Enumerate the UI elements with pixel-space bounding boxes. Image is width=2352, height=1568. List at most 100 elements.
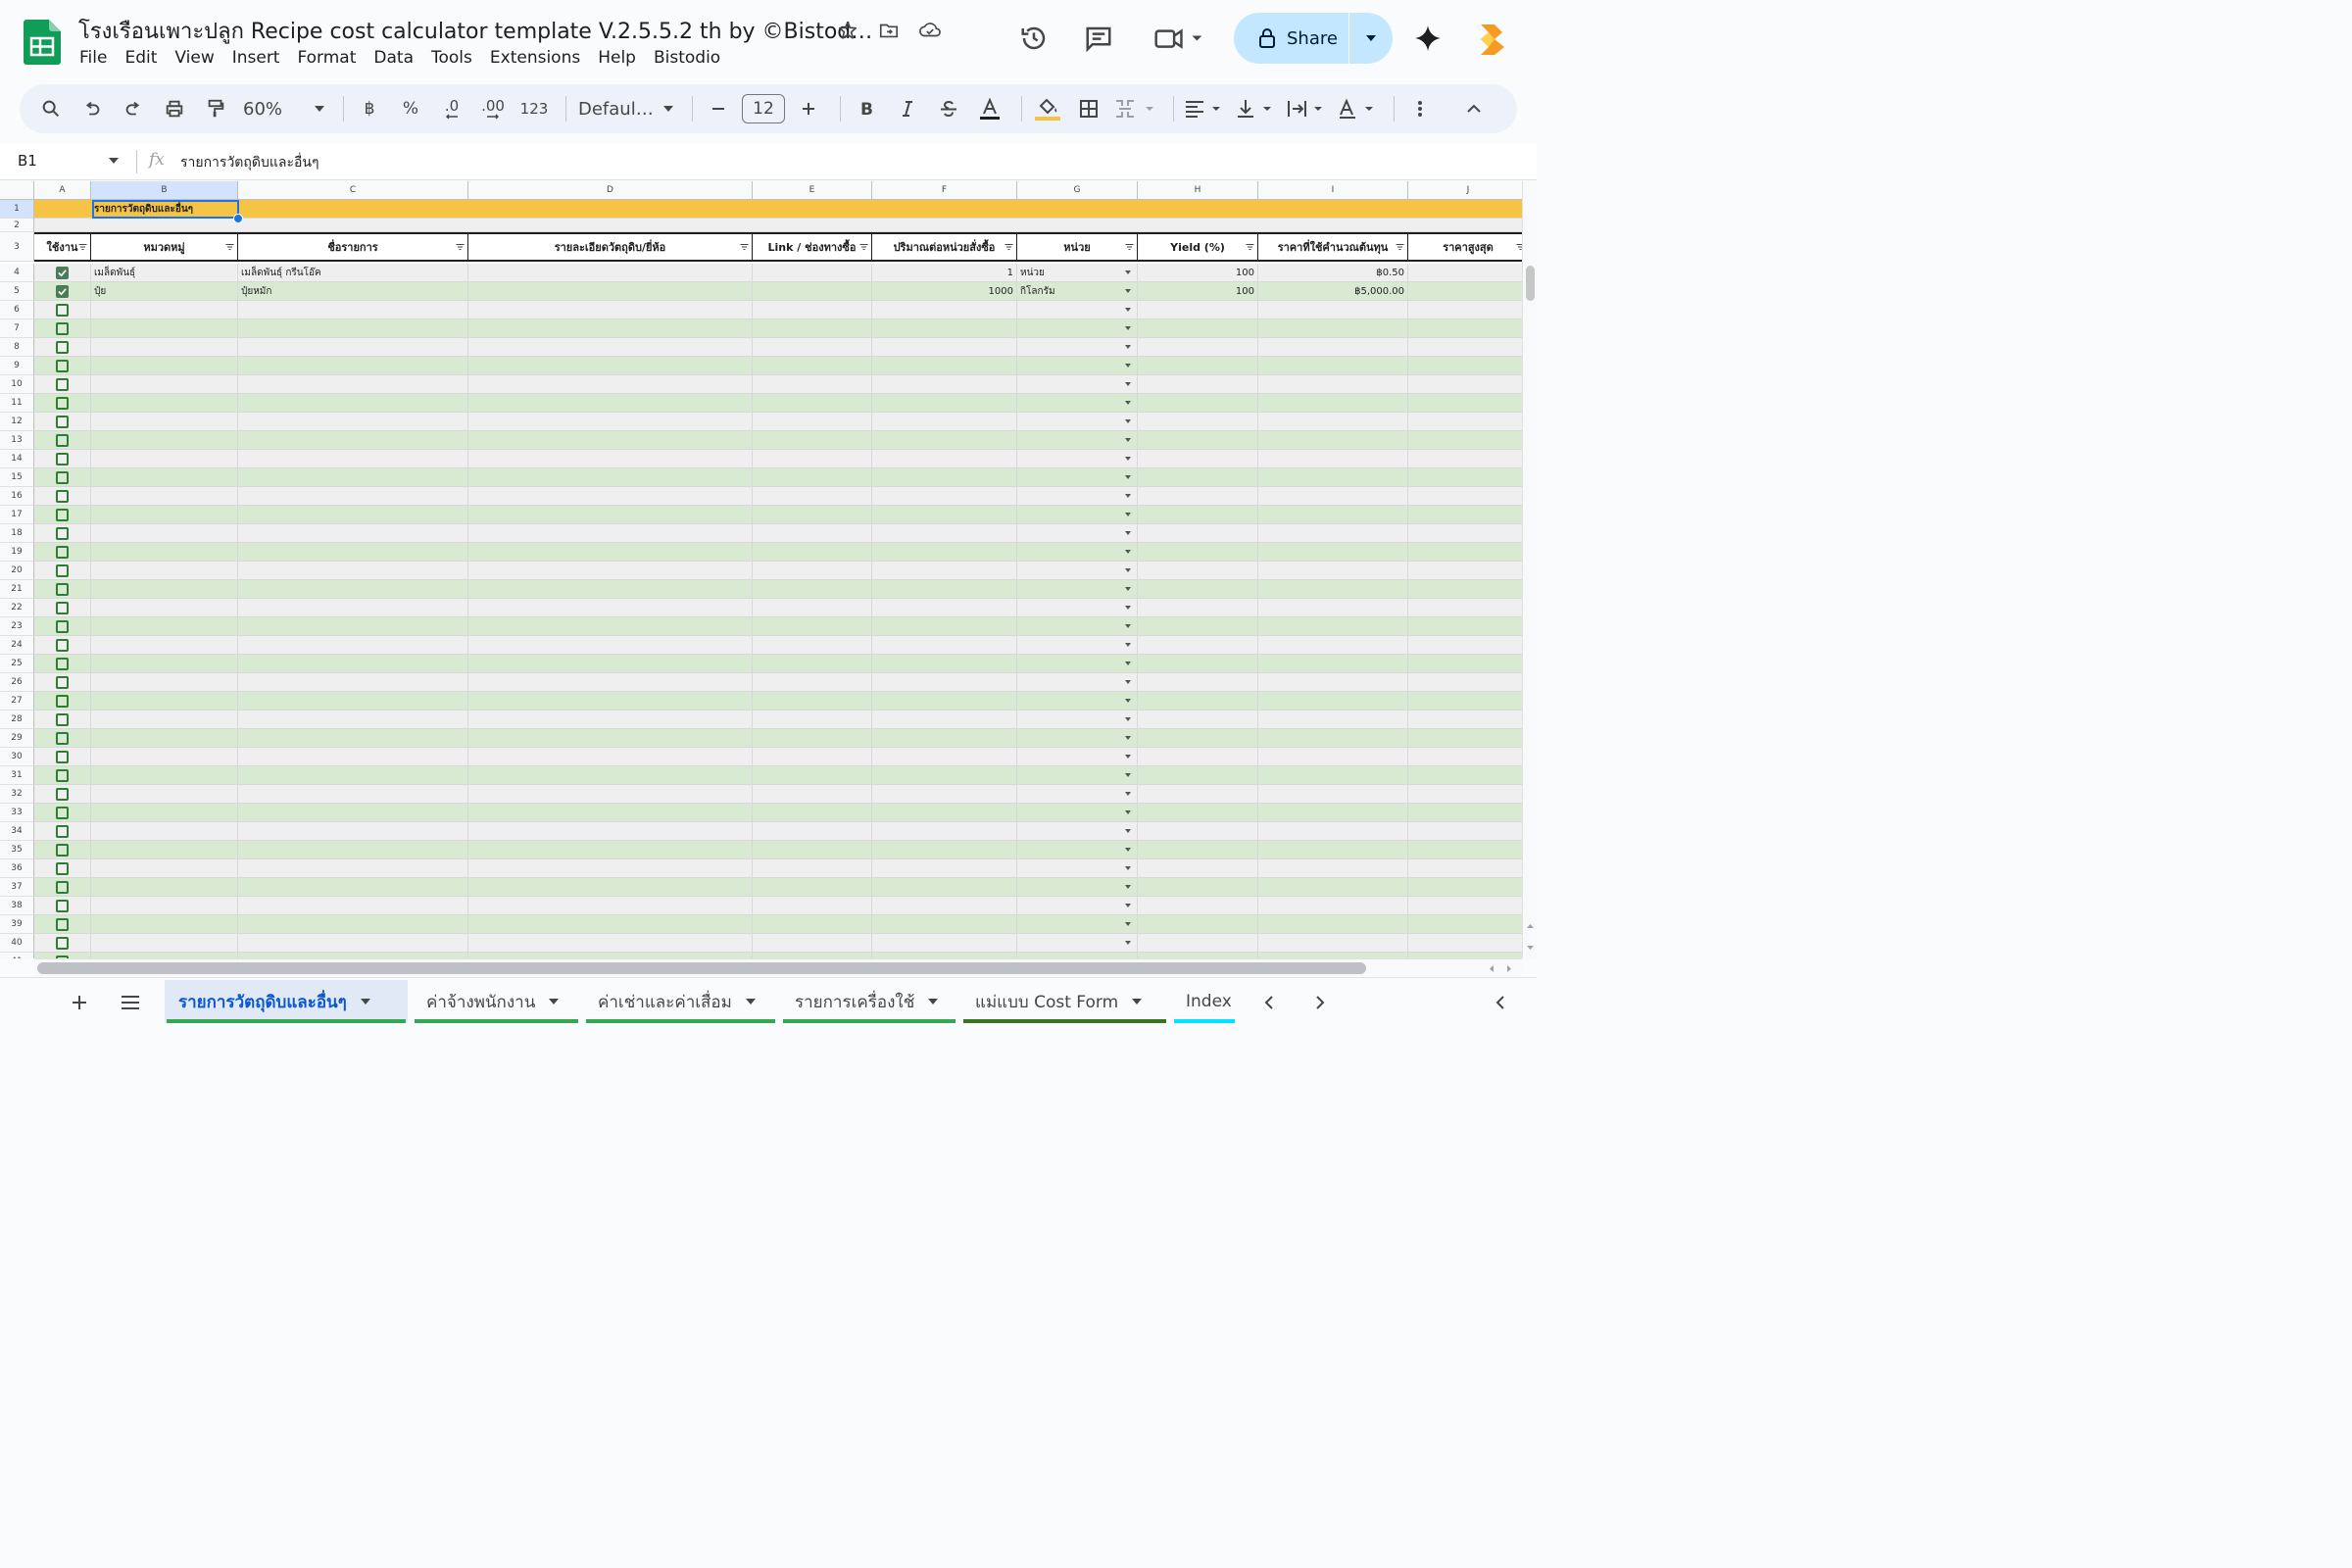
- cell[interactable]: [238, 804, 468, 822]
- cell[interactable]: [872, 804, 1017, 822]
- menu-bistodio[interactable]: Bistodio: [645, 46, 729, 70]
- cell[interactable]: [1258, 766, 1408, 785]
- cell[interactable]: [1408, 375, 1522, 394]
- dropdown-caret-icon[interactable]: [1125, 792, 1131, 796]
- cell[interactable]: [1138, 562, 1258, 580]
- cell[interactable]: [753, 375, 872, 394]
- cell[interactable]: [1138, 636, 1258, 655]
- cell[interactable]: [1017, 859, 1138, 878]
- cell[interactable]: [753, 357, 872, 375]
- row-header[interactable]: 28: [0, 710, 34, 729]
- column-header[interactable]: A: [34, 181, 91, 200]
- cell[interactable]: 100: [1138, 282, 1258, 301]
- cell[interactable]: [872, 219, 1017, 232]
- percent-format-button[interactable]: %: [393, 91, 428, 126]
- cell[interactable]: [1258, 915, 1408, 934]
- cell[interactable]: [1017, 655, 1138, 673]
- scroll-tabs-left-icon[interactable]: [1254, 990, 1284, 1015]
- row-header[interactable]: 2: [0, 219, 34, 232]
- cell[interactable]: [1138, 655, 1258, 673]
- cell[interactable]: ราคาที่ใช้คำนวณต้นทุน: [1258, 232, 1408, 262]
- cell[interactable]: [34, 580, 91, 599]
- cell[interactable]: [91, 748, 238, 766]
- cell[interactable]: [238, 766, 468, 785]
- cell[interactable]: [91, 562, 238, 580]
- dropdown-caret-icon[interactable]: [1125, 401, 1131, 405]
- cell[interactable]: [468, 580, 753, 599]
- checkbox[interactable]: [56, 545, 69, 559]
- increase-decimal-button[interactable]: .00: [475, 91, 511, 126]
- name-box[interactable]: B1: [18, 152, 37, 170]
- cell[interactable]: [1408, 915, 1522, 934]
- cell[interactable]: [34, 636, 91, 655]
- cell[interactable]: [1408, 859, 1522, 878]
- cell[interactable]: [468, 506, 753, 524]
- cell[interactable]: [34, 804, 91, 822]
- cell[interactable]: [753, 282, 872, 301]
- share-dropdown[interactable]: [1349, 13, 1393, 64]
- cell[interactable]: [468, 617, 753, 636]
- cell[interactable]: [91, 468, 238, 487]
- cell[interactable]: Yield (%): [1138, 232, 1258, 262]
- cell[interactable]: [34, 841, 91, 859]
- cell[interactable]: [91, 729, 238, 748]
- cell[interactable]: [91, 219, 238, 232]
- cell[interactable]: [238, 785, 468, 804]
- checkbox[interactable]: [56, 340, 69, 354]
- cell[interactable]: [468, 729, 753, 748]
- cell[interactable]: [1017, 301, 1138, 319]
- cell[interactable]: รายละเอียดวัตถุดิบ/ยี่ห้อ: [468, 232, 753, 262]
- cell[interactable]: [1138, 710, 1258, 729]
- cell[interactable]: [34, 413, 91, 431]
- dropdown-caret-icon[interactable]: [1125, 606, 1131, 610]
- cell[interactable]: ปุ๋ย: [91, 282, 238, 301]
- cell[interactable]: [872, 413, 1017, 431]
- cell[interactable]: [1408, 450, 1522, 468]
- cell[interactable]: [1408, 301, 1522, 319]
- cell[interactable]: [753, 710, 872, 729]
- cell[interactable]: [753, 599, 872, 617]
- cell[interactable]: [753, 785, 872, 804]
- select-all-corner[interactable]: [0, 181, 34, 200]
- cell[interactable]: [238, 915, 468, 934]
- cell[interactable]: [34, 543, 91, 562]
- filter-icon[interactable]: [78, 241, 87, 254]
- cell[interactable]: [1017, 506, 1138, 524]
- checkbox[interactable]: [56, 824, 69, 838]
- cell[interactable]: [1408, 710, 1522, 729]
- cell[interactable]: [1408, 338, 1522, 357]
- checkbox[interactable]: [56, 675, 69, 689]
- cell[interactable]: [238, 413, 468, 431]
- checkbox[interactable]: [56, 601, 69, 614]
- cell[interactable]: [1408, 200, 1522, 219]
- cell[interactable]: [1017, 636, 1138, 655]
- cell[interactable]: [34, 319, 91, 338]
- meet-icon[interactable]: [1152, 22, 1206, 55]
- cell[interactable]: [1138, 357, 1258, 375]
- cell[interactable]: [753, 450, 872, 468]
- cell[interactable]: หน่วย: [1017, 264, 1138, 282]
- cell[interactable]: [1138, 599, 1258, 617]
- cell[interactable]: [1138, 859, 1258, 878]
- cell[interactable]: [1258, 468, 1408, 487]
- cell[interactable]: [1408, 357, 1522, 375]
- cell[interactable]: [1408, 524, 1522, 543]
- checkbox[interactable]: [56, 377, 69, 391]
- cell[interactable]: [1408, 468, 1522, 487]
- row-header[interactable]: 35: [0, 841, 34, 859]
- cell[interactable]: [91, 524, 238, 543]
- font-family-select[interactable]: Defaul…: [574, 91, 678, 126]
- text-wrapping-icon[interactable]: [1284, 91, 1329, 126]
- dropdown-caret-icon[interactable]: [1125, 904, 1131, 907]
- cell[interactable]: [1017, 729, 1138, 748]
- cell[interactable]: [872, 878, 1017, 897]
- cell[interactable]: [1017, 543, 1138, 562]
- cell[interactable]: [1258, 617, 1408, 636]
- italic-icon[interactable]: [890, 91, 925, 126]
- cell[interactable]: [1258, 562, 1408, 580]
- paint-format-icon[interactable]: [198, 91, 233, 126]
- checkbox[interactable]: [56, 806, 69, 819]
- cell[interactable]: [753, 580, 872, 599]
- dropdown-caret-icon[interactable]: [1125, 717, 1131, 721]
- cell[interactable]: [1017, 375, 1138, 394]
